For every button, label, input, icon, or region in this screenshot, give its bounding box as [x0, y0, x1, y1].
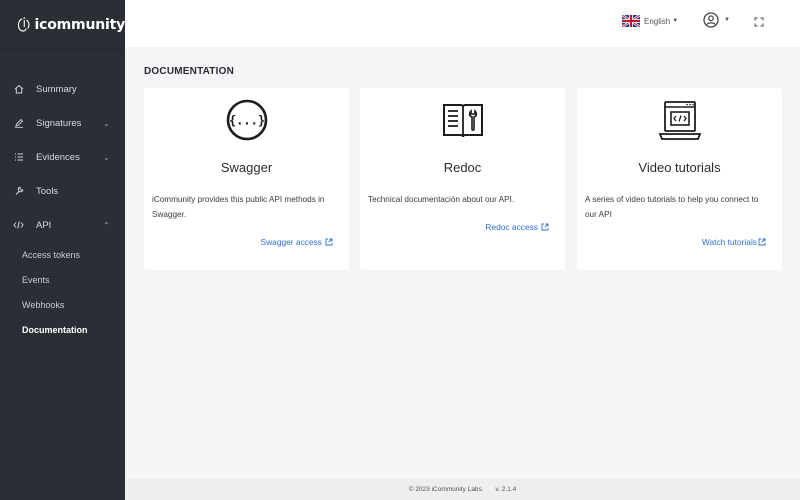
page-title: DOCUMENTATION	[144, 66, 234, 77]
watch-tutorials-link[interactable]: Watch tutorials	[702, 237, 766, 247]
brand-name: icommunity	[34, 16, 126, 33]
icommunity-logo-icon	[17, 16, 30, 32]
card-title: Redoc	[443, 160, 482, 175]
home-icon	[13, 84, 24, 95]
logo[interactable]: icommunity	[0, 0, 125, 50]
sidebar-item-evidences[interactable]: Evidences ⌄	[0, 140, 125, 174]
card-title: Swagger	[220, 160, 273, 175]
fullscreen-icon[interactable]	[754, 17, 764, 27]
api-submenu: Access tokens Events Webhooks Documentat…	[0, 242, 125, 342]
link-label: Watch tutorials	[701, 237, 757, 247]
sidebar-item-label: Tools	[36, 185, 59, 197]
list-icon	[13, 152, 24, 163]
pen-icon	[13, 118, 24, 129]
main-content: DOCUMENTATION {...} Swagger iCommunity p…	[125, 47, 800, 479]
caret-down-icon: ▼	[672, 18, 679, 24]
sidebar-item-label: API	[36, 219, 52, 231]
language-label: English	[644, 16, 671, 26]
svg-text:{...}: {...}	[228, 114, 264, 128]
user-menu[interactable]: ▼	[703, 12, 730, 28]
sidebar-subitem-webhooks[interactable]: Webhooks	[22, 292, 125, 317]
sidebar: icommunity Summary Signatures ⌄ Evidence…	[0, 0, 125, 500]
sidebar-item-label: Signatures	[36, 117, 82, 129]
sidebar-subitem-events[interactable]: Events	[22, 267, 125, 292]
sidebar-item-label: Evidences	[36, 151, 80, 163]
version-text: v. 2.1.4	[495, 486, 517, 493]
sidebar-item-tools[interactable]: Tools	[0, 174, 125, 208]
external-link-icon	[325, 238, 333, 246]
sidebar-item-signatures[interactable]: Signatures ⌄	[0, 106, 125, 140]
sidebar-nav: Summary Signatures ⌄ Evidences ⌄ Tools A…	[0, 72, 125, 342]
swagger-icon: {...}	[226, 99, 267, 141]
topbar: English ▼ ▼	[125, 0, 800, 47]
link-label: Swagger access	[260, 237, 322, 247]
sidebar-item-summary[interactable]: Summary	[0, 72, 125, 106]
redoc-card: Redoc Technical documentación about our …	[360, 88, 565, 270]
external-link-icon	[541, 223, 549, 231]
chevron-up-icon: ⌃	[103, 220, 110, 230]
user-avatar-icon	[703, 12, 719, 28]
sidebar-item-label: Summary	[36, 83, 77, 95]
external-link-icon	[758, 238, 766, 246]
laptop-code-icon	[658, 101, 701, 140]
copyright-text: © 2023 iCommunity Labs.	[408, 486, 484, 493]
uk-flag-icon	[622, 15, 640, 27]
swagger-card: {...} Swagger iCommunity provides this p…	[144, 88, 349, 270]
code-icon	[13, 220, 24, 231]
sidebar-subitem-documentation[interactable]: Documentation	[22, 317, 125, 342]
swagger-access-link[interactable]: Swagger access	[261, 237, 333, 247]
card-description: Technical documentación about our API.	[368, 195, 515, 204]
card-title: Video tutorials	[638, 160, 721, 175]
video-tutorials-card: Video tutorials A series of video tutori…	[577, 88, 782, 270]
link-label: Redoc access	[485, 222, 538, 232]
card-description: A series of video tutorials to help you …	[585, 195, 759, 219]
redoc-access-link[interactable]: Redoc access	[485, 222, 549, 232]
chevron-down-icon: ⌄	[103, 118, 110, 128]
sidebar-subitem-access-tokens[interactable]: Access tokens	[22, 242, 125, 267]
chevron-down-icon: ⌄	[103, 152, 110, 162]
wrench-icon	[13, 186, 24, 197]
language-selector[interactable]: English ▼	[622, 15, 678, 27]
card-description: iCommunity provides this public API meth…	[152, 195, 325, 219]
caret-down-icon: ▼	[724, 17, 730, 23]
book-icon	[442, 104, 483, 138]
footer: © 2023 iCommunity Labs. v. 2.1.4	[125, 479, 800, 500]
sidebar-item-api[interactable]: API ⌃	[0, 208, 125, 242]
